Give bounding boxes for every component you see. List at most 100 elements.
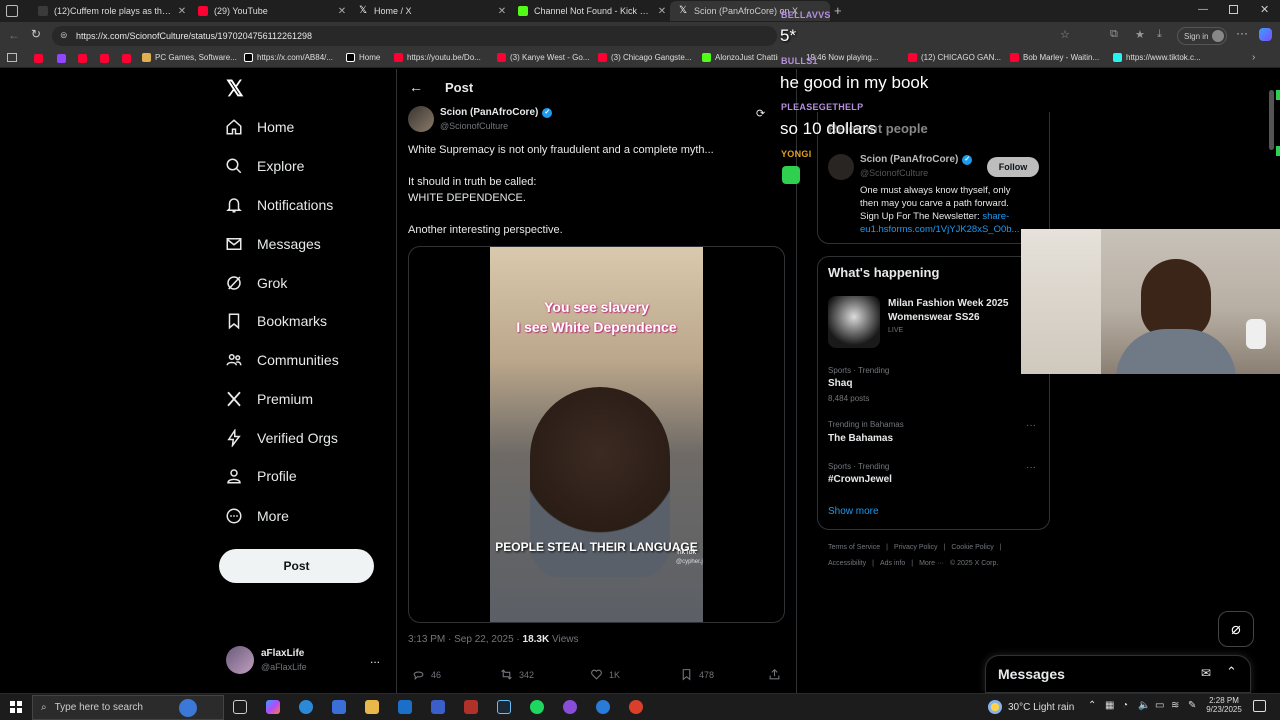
minimize-icon[interactable]: — xyxy=(1198,4,1208,15)
app-icon[interactable] xyxy=(629,700,643,714)
downloads-icon[interactable]: ⤓ xyxy=(1157,28,1162,41)
tray-app-icon[interactable]: ▦ xyxy=(1105,700,1114,711)
repost-button[interactable]: 342 xyxy=(500,668,534,681)
copilot-taskbar-icon[interactable] xyxy=(266,700,280,714)
extensions-icon[interactable]: ⧉ xyxy=(1110,28,1118,41)
account-more-icon[interactable]: ... xyxy=(370,652,380,666)
star-icon[interactable]: ☆ xyxy=(1060,28,1070,41)
volume-icon[interactable]: 🔈 xyxy=(1138,700,1150,711)
app-icon[interactable] xyxy=(596,700,610,714)
person-name-row[interactable]: Scion (PanAfroCore) ✓ xyxy=(860,154,973,165)
event-title[interactable]: Womenswear SS26 xyxy=(888,312,980,323)
trend-name[interactable]: Shaq xyxy=(828,378,852,389)
close-tab-icon[interactable]: ✕ xyxy=(654,6,670,17)
browser-tab-4[interactable]: Channel Not Found - Kick Stream ✕ xyxy=(510,1,670,21)
nav-explore[interactable]: Explore xyxy=(225,157,304,175)
bookmarks-folder-icon[interactable] xyxy=(7,53,17,62)
bookmark-item[interactable]: https://www.tiktok.c... xyxy=(1113,53,1201,62)
nav-messages[interactable]: Messages xyxy=(225,235,321,253)
file-explorer-icon[interactable] xyxy=(365,700,379,714)
event-title[interactable]: Milan Fashion Week 2025 xyxy=(888,298,1008,309)
bookmark-button[interactable]: 478 xyxy=(680,668,714,681)
battery-icon[interactable]: ▭ xyxy=(1155,700,1164,711)
bookmark-item[interactable]: https://youtu.be/Do... xyxy=(394,53,481,62)
post-media[interactable]: You see slavery I see White Dependence P… xyxy=(408,246,785,623)
browser-menu-icon[interactable]: ··· xyxy=(1236,26,1248,40)
app-icon[interactable] xyxy=(431,700,445,714)
start-icon[interactable] xyxy=(10,701,22,713)
youtube-bookmark-icon[interactable] xyxy=(100,54,109,63)
bookmark-item[interactable]: (12) CHICAGO GAN... xyxy=(908,53,1001,62)
new-tab-icon[interactable]: + xyxy=(834,3,842,18)
footer-link[interactable]: Terms of Service xyxy=(828,544,880,551)
author-name-row[interactable]: Scion (PanAfroCore) ✓ xyxy=(440,107,553,118)
trend-more-icon[interactable]: ··· xyxy=(1026,462,1036,473)
youtube-bookmark-icon[interactable] xyxy=(78,54,87,63)
trend-name[interactable]: The Bahamas xyxy=(828,433,893,444)
person-avatar[interactable] xyxy=(828,154,854,180)
app-icon[interactable] xyxy=(464,700,478,714)
url-input[interactable]: ⊜ https://x.com/ScionofCulture/status/19… xyxy=(52,26,777,46)
browser-tab-1[interactable]: (12)Cuffem role plays as the aver ✕ xyxy=(30,1,190,21)
wifi-icon[interactable]: ≋ xyxy=(1171,700,1179,711)
favorites-icon[interactable]: ★ xyxy=(1135,28,1145,41)
close-window-icon[interactable]: ✕ xyxy=(1260,3,1269,16)
twitch-bookmark-icon[interactable] xyxy=(57,54,66,63)
close-tab-icon[interactable]: ✕ xyxy=(494,6,510,17)
weather-text[interactable]: 30°C Light rain xyxy=(1008,702,1074,713)
footer-link[interactable]: Accessibility xyxy=(828,560,866,567)
youtube-bookmark-icon[interactable] xyxy=(122,54,131,63)
x-logo-icon[interactable]: 𝕏 xyxy=(226,76,244,102)
footer-link[interactable]: More ··· xyxy=(919,560,944,567)
site-info-icon[interactable]: ⊜ xyxy=(60,30,68,41)
bio-link[interactable]: share- xyxy=(982,211,1009,222)
bookmark-item[interactable]: (3) Chicago Gangste... xyxy=(598,53,691,62)
nav-verified-orgs[interactable]: Verified Orgs xyxy=(225,429,338,447)
nav-grok[interactable]: Grok xyxy=(225,274,287,292)
store-taskbar-icon[interactable] xyxy=(332,700,346,714)
browser-tab-3[interactable]: 𝕏 Home / X ✕ xyxy=(350,1,510,21)
back-icon[interactable]: ← xyxy=(8,28,20,42)
grok-floating-icon[interactable]: ⌀ xyxy=(1218,611,1254,647)
bookmark-item[interactable]: Bob Marley - Waitin... xyxy=(1010,53,1099,62)
back-arrow-icon[interactable]: ← xyxy=(409,79,423,95)
bookmark-item[interactable]: Home xyxy=(346,53,380,62)
nav-more[interactable]: More xyxy=(225,507,289,525)
pen-icon[interactable]: ✎ xyxy=(1188,700,1196,711)
nav-premium[interactable]: Premium xyxy=(225,390,313,408)
reply-button[interactable]: 46 xyxy=(412,668,441,681)
close-tab-icon[interactable]: ✕ xyxy=(334,6,350,17)
compose-message-icon[interactable]: ✉ xyxy=(1201,666,1211,680)
steam-icon[interactable] xyxy=(497,700,511,714)
nav-bookmarks[interactable]: Bookmarks xyxy=(225,312,327,330)
taskbar-search-input[interactable]: ⌕ Type here to search xyxy=(32,695,224,720)
nav-notifications[interactable]: Notifications xyxy=(225,196,333,214)
bookmark-item[interactable]: (3) Kanye West - Go... xyxy=(497,53,589,62)
outlook-icon[interactable] xyxy=(398,700,412,714)
notifications-icon[interactable] xyxy=(1253,700,1266,712)
account-avatar[interactable] xyxy=(226,646,254,674)
video-player[interactable]: You see slavery I see White Dependence P… xyxy=(490,247,703,622)
maximize-icon[interactable] xyxy=(1229,5,1238,14)
tab-actions-icon[interactable] xyxy=(6,5,18,17)
task-view-icon[interactable] xyxy=(233,700,247,714)
event-thumbnail[interactable] xyxy=(828,296,880,348)
spotify-icon[interactable] xyxy=(530,700,544,714)
sign-in-button[interactable]: Sign in xyxy=(1177,27,1227,45)
app-icon[interactable] xyxy=(563,700,577,714)
edge-taskbar-icon[interactable] xyxy=(299,700,313,714)
network-icon[interactable]: ◔ xyxy=(1122,700,1128,711)
post-button[interactable]: Post xyxy=(219,549,374,583)
show-more-link[interactable]: Show more xyxy=(828,506,879,517)
trend-name[interactable]: #CrownJewel xyxy=(828,474,892,485)
trend-more-icon[interactable]: ··· xyxy=(1026,420,1036,431)
bio-link[interactable]: eu1.hsforms.com/1VjYJK28xS_O0b... xyxy=(860,223,1022,236)
bookmark-item[interactable]: AlonzoJust Chattin xyxy=(702,53,778,62)
nav-home[interactable]: Home xyxy=(225,118,294,136)
nav-communities[interactable]: Communities xyxy=(225,351,339,369)
footer-link[interactable]: Privacy Policy xyxy=(894,544,938,551)
weather-icon[interactable] xyxy=(988,700,1002,714)
page-scrollbar[interactable] xyxy=(1269,90,1274,150)
youtube-bookmark-icon[interactable] xyxy=(34,54,43,63)
bookmark-item[interactable]: PC Games, Software... xyxy=(142,53,237,62)
